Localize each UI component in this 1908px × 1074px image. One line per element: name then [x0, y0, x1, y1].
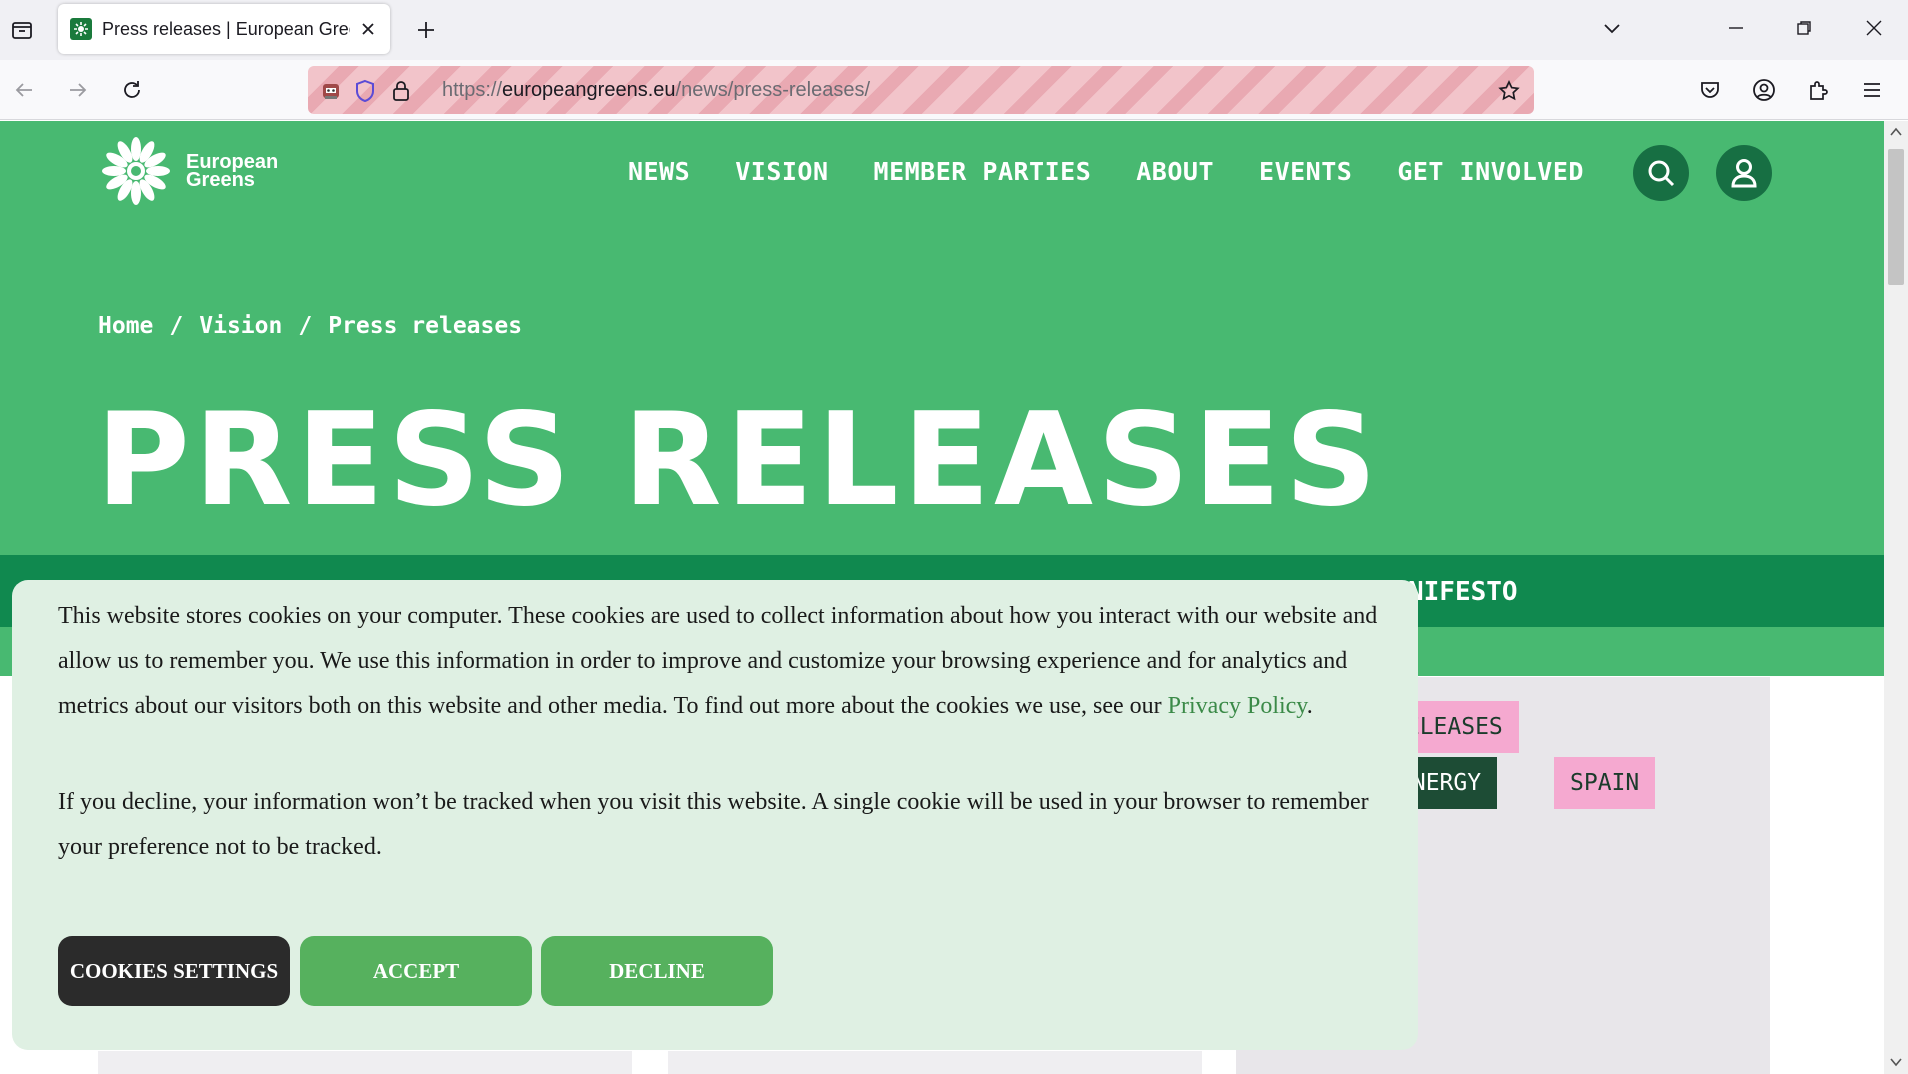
tab-title: Press releases | European Greens [102, 18, 350, 39]
cookies-settings-button[interactable]: COOKIES SETTINGS [58, 936, 290, 1006]
browser-tab-bar: Press releases | European Greens [0, 0, 1908, 60]
sunflower-logo-icon [102, 137, 170, 205]
logo-line2: Greens [186, 169, 255, 191]
decline-button[interactable]: DECLINE [541, 936, 773, 1006]
minimize-icon[interactable] [1714, 8, 1758, 48]
menu-icon[interactable] [1854, 72, 1890, 108]
breadcrumb: Home / Vision / Press releases [98, 313, 522, 339]
main-navigation: NEWS VISION MEMBER PARTIES ABOUT EVENTS … [628, 157, 1584, 186]
nav-events[interactable]: EVENTS [1259, 157, 1352, 186]
scroll-thumb[interactable] [1888, 149, 1904, 285]
nav-vision[interactable]: VISION [735, 157, 828, 186]
favicon-icon [70, 18, 92, 40]
close-tab-icon[interactable] [356, 17, 380, 41]
page-scrollbar[interactable] [1884, 121, 1908, 1074]
user-icon [1731, 159, 1757, 188]
strip-text: NIFESTO [1408, 577, 1518, 607]
cookie-info-text: This website stores cookies on your comp… [58, 594, 1398, 729]
scroll-down-icon[interactable] [1890, 1057, 1902, 1067]
restore-icon[interactable] [1782, 8, 1826, 48]
nav-member-parties[interactable]: MEMBER PARTIES [874, 157, 1092, 186]
nav-news[interactable]: NEWS [628, 157, 690, 186]
search-button[interactable] [1633, 145, 1689, 201]
url-bar[interactable]: https://europeangreens.eu/news/press-rel… [308, 66, 1534, 114]
account-icon[interactable] [1746, 72, 1782, 108]
user-account-button[interactable] [1716, 145, 1772, 201]
url-scheme: https:// [442, 79, 503, 101]
new-tab-icon[interactable] [408, 12, 444, 48]
breadcrumb-separator: / [169, 313, 184, 339]
cookie-info-end: . [1306, 693, 1313, 719]
breadcrumb-current: Press releases [328, 313, 523, 339]
breadcrumb-home[interactable]: Home [98, 313, 153, 339]
close-window-icon[interactable] [1852, 8, 1896, 48]
extensions-icon[interactable] [1800, 72, 1836, 108]
tag-spain[interactable]: SPAIN [1554, 757, 1656, 809]
bookmark-star-icon[interactable] [1496, 78, 1522, 104]
breadcrumb-separator: / [298, 313, 313, 339]
breadcrumb-vision[interactable]: Vision [199, 313, 282, 339]
cookie-decline-text: If you decline, your information won’t b… [58, 789, 1369, 860]
news-card[interactable] [668, 1051, 1202, 1074]
page-title: PRESS RELEASES [96, 386, 1381, 535]
reload-icon[interactable] [114, 72, 150, 108]
site-logo[interactable]: European Greens [98, 135, 278, 207]
lock-icon[interactable] [388, 78, 414, 104]
url-text[interactable]: https://europeangreens.eu/news/press-rel… [442, 79, 870, 102]
back-icon[interactable] [6, 72, 42, 108]
list-all-tabs-icon[interactable] [1590, 8, 1634, 48]
pocket-icon[interactable] [1692, 72, 1728, 108]
forward-icon[interactable] [60, 72, 96, 108]
cookie-consent-banner: This website stores cookies on your comp… [12, 580, 1418, 1050]
url-path: /news/press-releases/ [675, 79, 871, 101]
logo-text: European Greens [186, 152, 278, 191]
search-icon [1648, 160, 1675, 187]
news-card[interactable] [98, 1051, 632, 1074]
privacy-policy-link[interactable]: Privacy Policy [1168, 693, 1307, 719]
nav-get-involved[interactable]: GET INVOLVED [1397, 157, 1584, 186]
robot-icon[interactable] [318, 78, 344, 104]
accept-button[interactable]: ACCEPT [300, 936, 532, 1006]
browser-toolbar: https://europeangreens.eu/news/press-rel… [0, 60, 1908, 120]
browser-tab-active[interactable]: Press releases | European Greens [58, 4, 390, 54]
nav-about[interactable]: ABOUT [1136, 157, 1214, 186]
shield-icon[interactable] [352, 78, 378, 104]
tab-list-icon[interactable] [4, 12, 40, 48]
scroll-up-icon[interactable] [1890, 127, 1902, 137]
url-host: europeangreens.eu [502, 79, 676, 101]
